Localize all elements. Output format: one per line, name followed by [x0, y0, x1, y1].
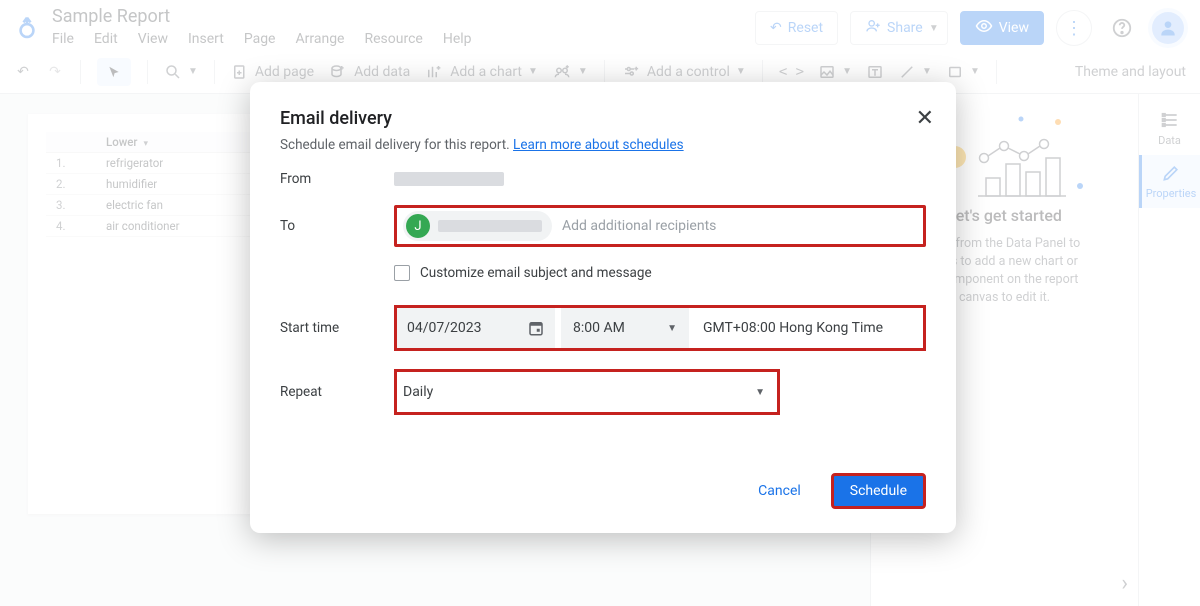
recipients-input[interactable]: J Add additional recipients [394, 205, 926, 247]
schedule-button[interactable]: Schedule [831, 473, 926, 509]
modal-title: Email delivery [280, 108, 926, 129]
email-delivery-modal: ✕ Email delivery Schedule email delivery… [250, 82, 956, 533]
recipient-hint: Add additional recipients [562, 218, 716, 234]
recipient-chip[interactable]: J [403, 211, 552, 241]
learn-more-link[interactable]: Learn more about schedules [513, 137, 684, 153]
modal-subtitle: Schedule email delivery for this report.… [280, 137, 926, 153]
repeat-value: Daily [403, 384, 433, 400]
repeat-row: Repeat Daily ▼ [280, 369, 926, 415]
cancel-button[interactable]: Cancel [746, 475, 813, 507]
start-time-group: 04/07/2023 8:00 AM ▼ GMT+08:00 Hong Kong… [394, 305, 926, 351]
start-label: Start time [280, 320, 394, 336]
modal-form: From To J Add additional recipients Cust… [280, 171, 926, 415]
recipient-avatar: J [406, 214, 430, 238]
from-row: From [280, 171, 926, 187]
time-value: 8:00 AM [573, 320, 625, 336]
chevron-down-icon: ▼ [667, 323, 677, 334]
time-input[interactable]: 8:00 AM ▼ [561, 308, 689, 348]
timezone-display: GMT+08:00 Hong Kong Time [689, 308, 923, 348]
close-icon: ✕ [916, 106, 934, 131]
customize-row[interactable]: Customize email subject and message [394, 265, 926, 281]
calendar-icon [527, 319, 545, 337]
recipient-name-redacted [438, 220, 542, 232]
close-button[interactable]: ✕ [916, 106, 934, 131]
to-row: To J Add additional recipients [280, 205, 926, 247]
repeat-select[interactable]: Daily ▼ [394, 369, 780, 415]
customize-label: Customize email subject and message [420, 265, 652, 281]
date-value: 04/07/2023 [407, 320, 482, 336]
modal-actions: Cancel Schedule [280, 473, 926, 509]
customize-checkbox[interactable] [394, 265, 410, 281]
date-input[interactable]: 04/07/2023 [397, 308, 555, 348]
to-label: To [280, 218, 394, 234]
from-label: From [280, 171, 394, 187]
from-value-redacted [394, 172, 504, 186]
chevron-down-icon: ▼ [755, 387, 765, 398]
repeat-label: Repeat [280, 384, 394, 400]
timezone-value: GMT+08:00 Hong Kong Time [703, 320, 883, 336]
start-time-row: Start time 04/07/2023 8:00 AM ▼ GMT+08:0… [280, 305, 926, 351]
